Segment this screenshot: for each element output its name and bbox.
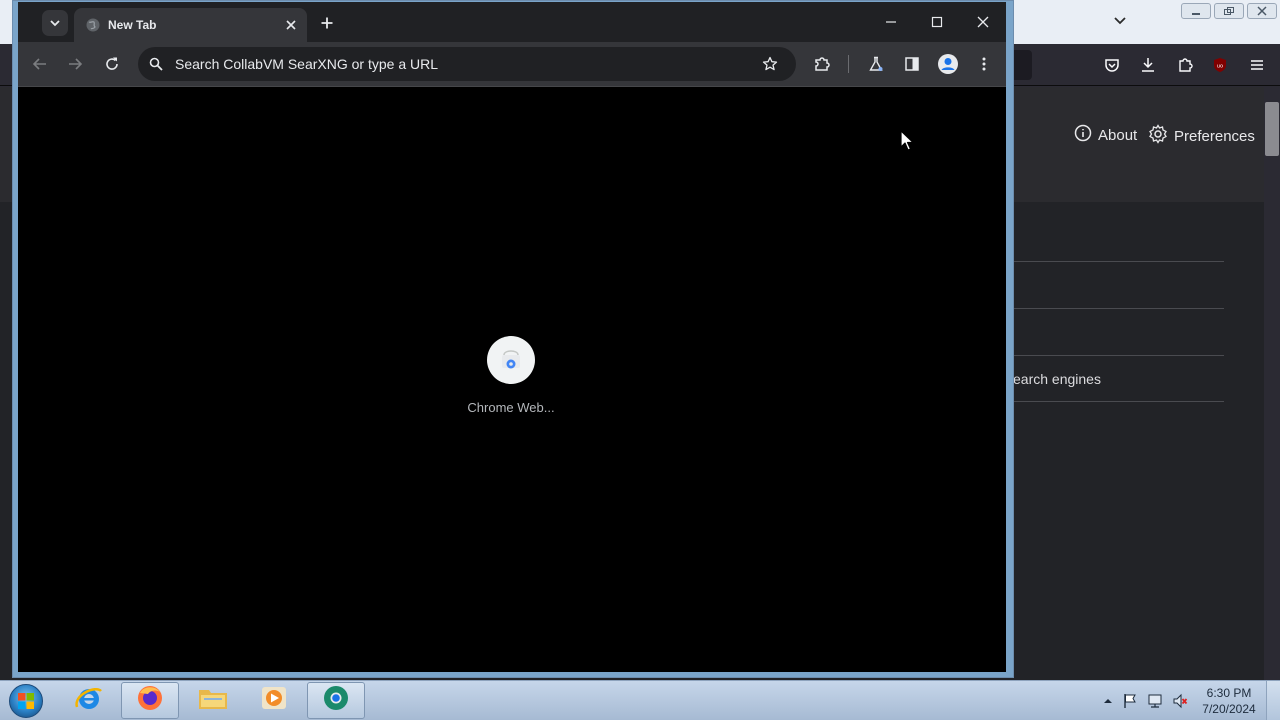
media-player-icon <box>259 684 289 717</box>
firefox-icon <box>135 683 165 718</box>
chrome-minimize-button[interactable] <box>876 8 906 36</box>
file-explorer-taskbar-button[interactable] <box>184 682 242 719</box>
firefox-minimize-button[interactable] <box>1181 3 1211 19</box>
bookmark-star-icon[interactable] <box>760 54 780 74</box>
omnibox[interactable]: Search CollabVM SearXNG or type a URL <box>138 47 796 81</box>
new-tab-button[interactable] <box>316 12 338 34</box>
shortcut-label: Chrome Web... <box>467 400 555 415</box>
divider <box>1013 401 1224 402</box>
close-tab-icon[interactable] <box>282 16 300 34</box>
clock-date: 7/20/2024 <box>1202 702 1256 716</box>
about-link[interactable]: About <box>1074 124 1137 146</box>
extensions-icon[interactable] <box>810 52 834 76</box>
media-player-taskbar-button[interactable] <box>245 682 303 719</box>
firefox-scrollbar[interactable] <box>1264 87 1280 680</box>
firefox-close-button[interactable] <box>1247 3 1277 19</box>
chrome-tabstrip: New Tab <box>18 2 1006 44</box>
chrome-taskbar-button[interactable] <box>307 682 365 719</box>
back-icon[interactable] <box>28 52 52 76</box>
internet-explorer-icon <box>74 683 104 718</box>
volume-muted-icon[interactable] <box>1172 693 1188 709</box>
chrome-web-store-icon <box>487 336 535 384</box>
firefox-restore-button[interactable] <box>1214 3 1244 19</box>
tab-title: New Tab <box>108 18 157 32</box>
gear-icon <box>1148 124 1168 148</box>
profile-avatar-icon[interactable] <box>936 52 960 76</box>
search-icon <box>147 55 165 73</box>
toolbar-divider <box>848 55 849 73</box>
globe-icon <box>85 17 101 33</box>
scrollbar-thumb[interactable] <box>1265 102 1279 156</box>
action-center-flag-icon[interactable] <box>1122 693 1138 709</box>
mouse-cursor-icon <box>900 130 914 152</box>
labs-flask-icon[interactable] <box>864 52 888 76</box>
svg-text:uo: uo <box>1217 64 1223 70</box>
windows-logo-icon <box>9 683 43 718</box>
chrome-icon <box>321 683 351 718</box>
internet-explorer-taskbar-button[interactable] <box>60 682 118 719</box>
hamburger-menu-icon[interactable] <box>1247 55 1267 75</box>
downloads-icon[interactable] <box>1138 55 1158 75</box>
folder-icon <box>197 684 229 717</box>
side-panel-icon[interactable] <box>900 52 924 76</box>
forward-icon[interactable] <box>63 52 87 76</box>
preferences-label: Preferences <box>1174 127 1255 145</box>
divider <box>1013 261 1224 262</box>
pocket-icon[interactable] <box>1102 55 1122 75</box>
show-hidden-icons-icon[interactable] <box>1100 693 1116 709</box>
about-label: About <box>1098 126 1138 144</box>
show-desktop-button[interactable] <box>1266 681 1280 720</box>
chrome-close-button[interactable] <box>968 8 998 36</box>
omnibox-placeholder: Search CollabVM SearXNG or type a URL <box>175 56 438 72</box>
chrome-maximize-button[interactable] <box>922 8 952 36</box>
chrome-menu-icon[interactable] <box>972 52 996 76</box>
desktop: uo About Preferences earch engines New T <box>0 0 1280 680</box>
divider <box>1013 355 1224 356</box>
info-icon <box>1074 124 1092 146</box>
network-icon[interactable] <box>1147 693 1163 709</box>
taskbar-clock[interactable]: 6:30 PM 7/20/2024 <box>1196 685 1262 717</box>
ublock-origin-icon[interactable]: uo <box>1210 55 1230 75</box>
divider <box>1013 308 1224 309</box>
preferences-link[interactable]: Preferences <box>1148 124 1255 148</box>
search-engines-item[interactable]: earch engines <box>1013 371 1101 387</box>
firefox-taskbar-button[interactable] <box>121 682 179 719</box>
tab-search-button[interactable] <box>42 10 68 36</box>
reload-icon[interactable] <box>100 52 124 76</box>
shortcut-tile[interactable]: Chrome Web... <box>458 336 564 415</box>
tab-new-tab[interactable]: New Tab <box>74 8 307 44</box>
extensions-icon[interactable] <box>1175 55 1195 75</box>
start-button[interactable] <box>6 682 46 719</box>
list-all-tabs-button[interactable] <box>1110 10 1130 30</box>
clock-time: 6:30 PM <box>1206 686 1252 700</box>
